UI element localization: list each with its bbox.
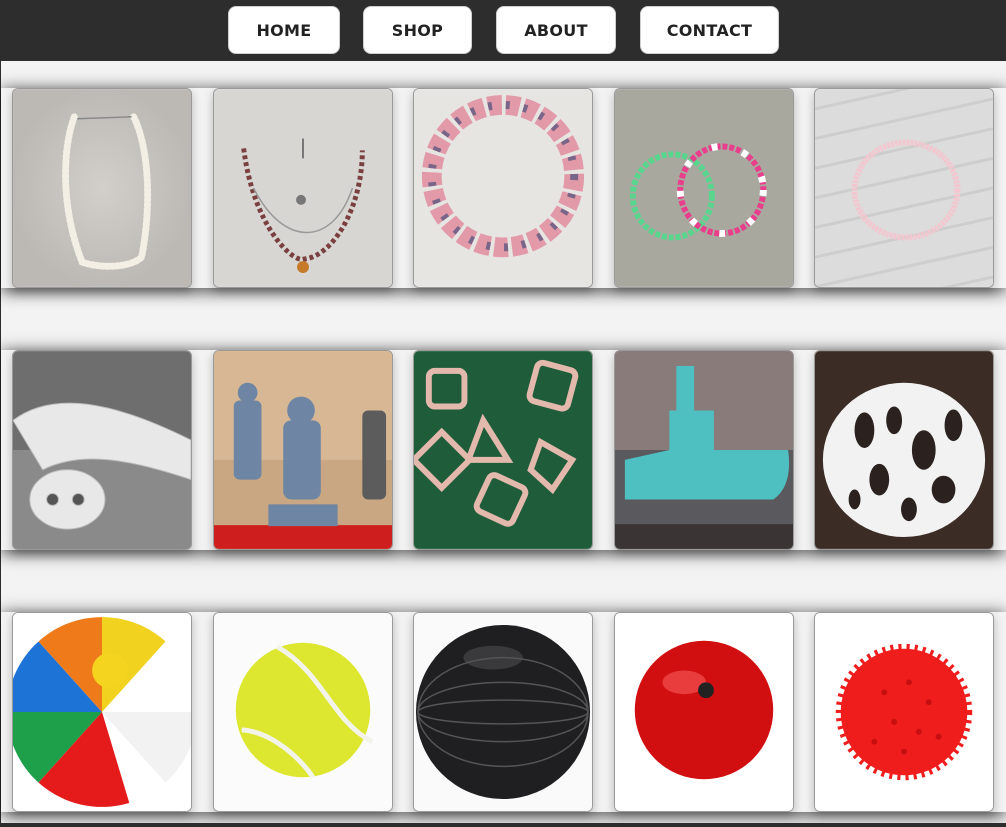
beach-ball-image[interactable] [12, 612, 192, 812]
red-ball-image[interactable] [614, 612, 794, 812]
top-navigation-bar: HOME SHOP ABOUT CONTACT [0, 0, 1006, 60]
lattice-dice-image[interactable] [413, 350, 593, 550]
beaded-pendant-necklace-image[interactable] [213, 88, 393, 288]
bottom-border [0, 823, 1006, 827]
spiky-massage-ball-image[interactable] [814, 612, 994, 812]
miniature-soldiers-image[interactable] [213, 350, 393, 550]
benchy-boat-image[interactable] [614, 350, 794, 550]
pink-seed-bracelet-image[interactable] [814, 88, 994, 288]
pearl-necklace-image[interactable] [12, 88, 192, 288]
nav-contact-button[interactable]: CONTACT [640, 6, 779, 54]
exercise-ball-image[interactable] [413, 612, 593, 812]
pink-bead-bracelet-image[interactable] [413, 88, 593, 288]
nav-about-button[interactable]: ABOUT [496, 6, 616, 54]
tennis-ball-image[interactable] [213, 612, 393, 812]
page: HOME SHOP ABOUT CONTACT [0, 0, 1006, 827]
nav-home-button[interactable]: HOME [228, 6, 340, 54]
voronoi-lamp-image[interactable] [814, 350, 994, 550]
heart-letter-bracelets-image[interactable] [614, 88, 794, 288]
articulated-dragon-image[interactable] [12, 350, 192, 550]
nav-shop-button[interactable]: SHOP [363, 6, 472, 54]
